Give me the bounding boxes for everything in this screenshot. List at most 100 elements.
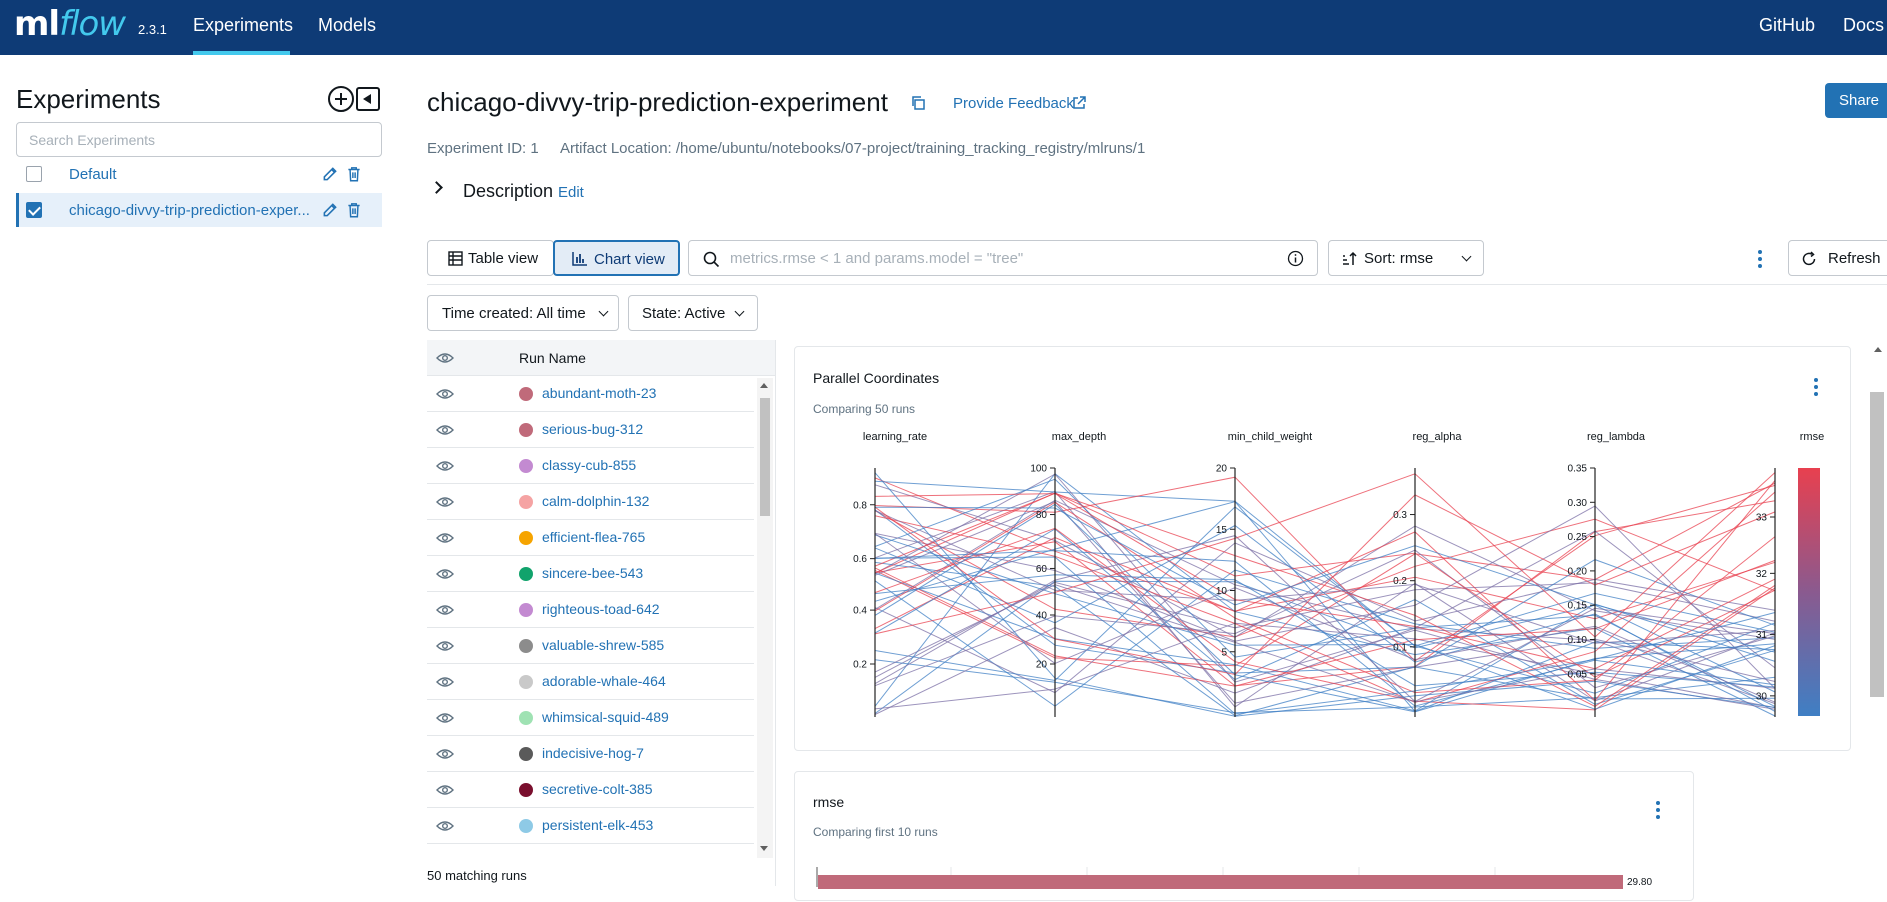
nav-active-indicator	[193, 51, 290, 55]
description-toggle[interactable]: Description	[463, 181, 553, 202]
eye-icon[interactable]	[436, 820, 454, 832]
chevron-down-icon	[734, 306, 745, 317]
filter-search-input[interactable]: metrics.rmse < 1 and params.model = "tre…	[688, 240, 1318, 276]
run-row[interactable]: efficient-flea-765	[427, 520, 754, 556]
experiment-name[interactable]: Default	[69, 166, 319, 183]
axis-tick-label: 30	[1756, 691, 1768, 702]
run-line[interactable]	[874, 659, 1776, 714]
experiment-name[interactable]: chicago-divvy-trip-prediction-exper...	[69, 202, 319, 219]
run-row[interactable]: sincere-bee-543	[427, 556, 754, 592]
edit-pencil-icon[interactable]	[321, 165, 339, 183]
table-view-button[interactable]: Table view	[427, 240, 554, 276]
parallel-coordinates-plot[interactable]: learning_rate 0.8 0.6 0.4 0.2 max_depth 100 80 6…	[795, 347, 1852, 752]
scroll-down-arrow-icon[interactable]	[760, 846, 768, 851]
page-scrollbar-thumb[interactable]	[1870, 392, 1884, 697]
axis-tick-label: 0.3	[1393, 510, 1407, 521]
run-name-link[interactable]: persistent-elk-453	[542, 817, 653, 833]
page-scroll-up-icon[interactable]	[1874, 347, 1882, 352]
run-name-link[interactable]: secretive-colt-385	[542, 781, 653, 797]
time-created-dropdown[interactable]: Time created: All time	[427, 295, 619, 331]
description-edit-link[interactable]: Edit	[558, 184, 584, 201]
info-icon[interactable]	[1287, 250, 1304, 267]
run-name-link[interactable]: classy-cub-855	[542, 457, 636, 473]
sort-dropdown[interactable]: Sort: rmse	[1328, 240, 1484, 276]
run-name-link[interactable]: righteous-toad-642	[542, 601, 660, 617]
run-name-link[interactable]: sincere-bee-543	[542, 565, 643, 581]
axis-tick-label: 80	[1036, 510, 1048, 521]
experiment-checkbox[interactable]	[26, 202, 42, 218]
experiment-item-default[interactable]: Default	[16, 157, 382, 191]
eye-icon[interactable]	[436, 640, 454, 652]
eye-icon[interactable]	[436, 784, 454, 796]
run-name-column-header[interactable]: Run Name	[519, 350, 586, 366]
eye-icon[interactable]	[436, 604, 454, 616]
nav-github[interactable]: GitHub	[1759, 15, 1815, 36]
edit-pencil-icon[interactable]	[321, 201, 339, 219]
run-name-link[interactable]: serious-bug-312	[542, 421, 643, 437]
run-row[interactable]: persistent-elk-453	[427, 808, 754, 844]
axis-tick-label: 0.8	[853, 500, 867, 511]
filter-placeholder: metrics.rmse < 1 and params.model = "tre…	[730, 250, 1024, 267]
axis-tick-label: 0.35	[1568, 464, 1588, 475]
nav-docs[interactable]: Docs	[1843, 15, 1884, 36]
run-name-link[interactable]: abundant-moth-23	[542, 385, 656, 401]
external-link-icon[interactable]	[1071, 95, 1087, 111]
run-row[interactable]: adorable-whale-464	[427, 664, 754, 700]
mlflow-logo[interactable]: mlflow	[14, 4, 126, 44]
eye-icon[interactable]	[436, 748, 454, 760]
axis-label: learning_rate	[863, 431, 927, 443]
run-row[interactable]: abundant-moth-23	[427, 376, 754, 412]
eye-icon[interactable]	[436, 568, 454, 580]
run-row[interactable]: whimsical-squid-489	[427, 700, 754, 736]
experiment-item-chicago[interactable]: chicago-divvy-trip-prediction-exper...	[16, 193, 382, 227]
run-row[interactable]: classy-cub-855	[427, 448, 754, 484]
run-row[interactable]: indecisive-hog-7	[427, 736, 754, 772]
axis-tick-label: 40	[1036, 611, 1048, 622]
run-color-dot	[519, 567, 533, 581]
run-row[interactable]: calm-dolphin-132	[427, 484, 754, 520]
provide-feedback-link[interactable]: Provide Feedback	[953, 95, 1074, 112]
run-name-link[interactable]: whimsical-squid-489	[542, 709, 669, 725]
axis-tick-label: 20	[1036, 660, 1048, 671]
copy-icon[interactable]	[910, 95, 926, 111]
collapse-sidebar-icon[interactable]	[356, 87, 380, 111]
refresh-button[interactable]: Refresh	[1788, 240, 1887, 276]
axis-tick-label: 5	[1221, 647, 1227, 658]
rmse-bar[interactable]	[818, 875, 1623, 889]
eye-icon[interactable]	[436, 712, 454, 724]
run-name-link[interactable]: calm-dolphin-132	[542, 493, 649, 509]
eye-icon[interactable]	[436, 352, 454, 364]
state-dropdown[interactable]: State: Active	[628, 295, 758, 331]
run-name-link[interactable]: indecisive-hog-7	[542, 745, 644, 761]
run-row[interactable]: serious-bug-312	[427, 412, 754, 448]
run-row[interactable]: valuable-shrew-585	[427, 628, 754, 664]
run-name-link[interactable]: efficient-flea-765	[542, 529, 645, 545]
runs-scrollbar-thumb[interactable]	[760, 398, 770, 516]
delete-trash-icon[interactable]	[345, 165, 363, 183]
add-experiment-icon[interactable]	[328, 86, 354, 112]
nav-experiments[interactable]: Experiments	[193, 15, 293, 36]
chevron-right-icon[interactable]	[430, 181, 443, 194]
eye-icon[interactable]	[436, 676, 454, 688]
eye-icon[interactable]	[436, 424, 454, 436]
experiment-checkbox[interactable]	[26, 166, 42, 182]
run-row[interactable]: righteous-toad-642	[427, 592, 754, 628]
eye-icon[interactable]	[436, 388, 454, 400]
more-options-icon[interactable]	[1758, 250, 1762, 271]
run-name-link[interactable]: valuable-shrew-585	[542, 637, 664, 653]
eye-icon[interactable]	[436, 496, 454, 508]
chart-view-button[interactable]: Chart view	[553, 240, 680, 276]
run-line[interactable]	[874, 503, 1776, 713]
panel-divider[interactable]	[775, 340, 776, 886]
scroll-up-arrow-icon[interactable]	[760, 383, 768, 388]
eye-icon[interactable]	[436, 460, 454, 472]
share-button[interactable]: Share	[1825, 83, 1887, 118]
run-name-link[interactable]: adorable-whale-464	[542, 673, 666, 689]
run-color-dot	[519, 495, 533, 509]
eye-icon[interactable]	[436, 532, 454, 544]
run-row[interactable]: secretive-colt-385	[427, 772, 754, 808]
search-experiments-input[interactable]	[16, 122, 382, 157]
parallel-coordinates-card: Parallel Coordinates Comparing 50 runs l…	[794, 346, 1851, 751]
nav-models[interactable]: Models	[318, 15, 376, 36]
delete-trash-icon[interactable]	[345, 201, 363, 219]
